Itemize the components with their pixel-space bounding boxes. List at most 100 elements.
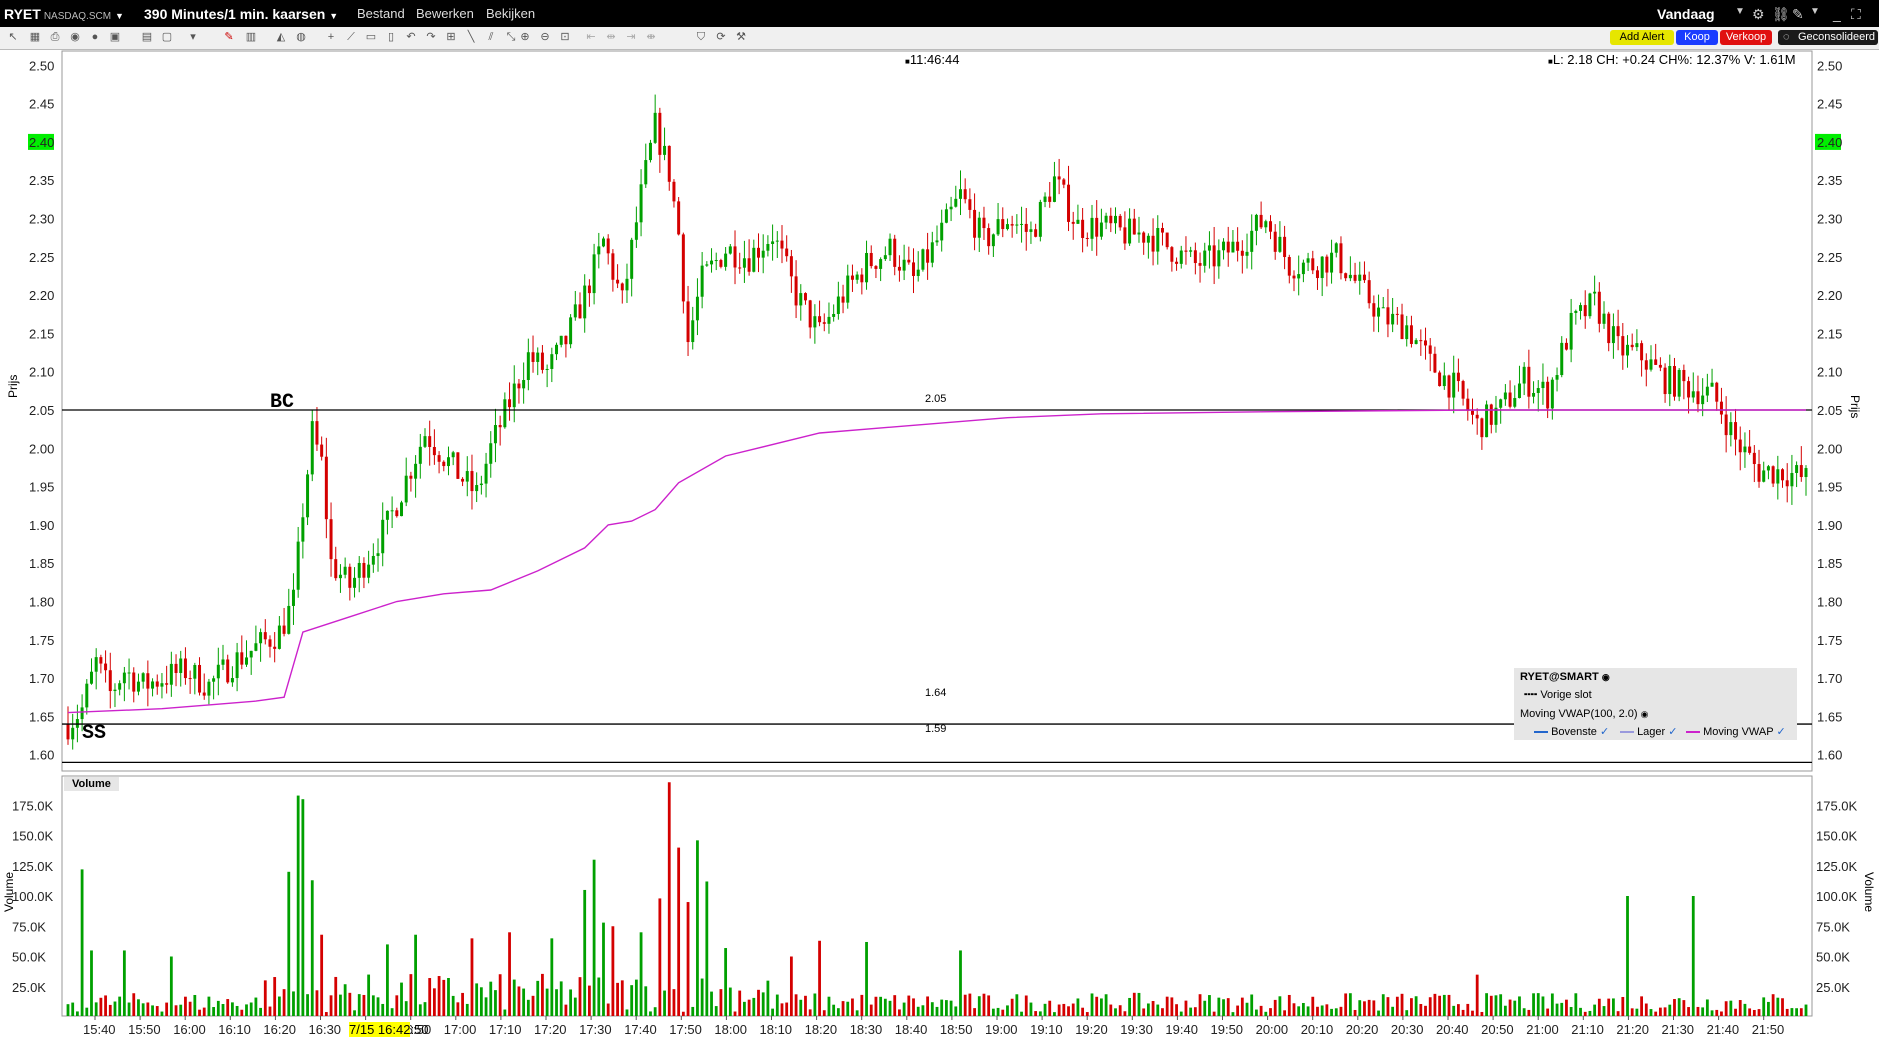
chevron-down-icon[interactable]: ▼ bbox=[1810, 6, 1820, 17]
info-icon[interactable]: ◉ bbox=[1602, 672, 1610, 682]
volume-bar bbox=[512, 979, 516, 1016]
annotation-bc[interactable]: BC bbox=[270, 391, 294, 414]
candle-body bbox=[1663, 367, 1667, 395]
trendline-icon[interactable]: ⟋ bbox=[344, 31, 358, 44]
candle-body bbox=[193, 664, 197, 679]
parallel-lines-icon[interactable]: ⫽ bbox=[484, 31, 498, 44]
candle-body bbox=[775, 240, 779, 242]
pencil-icon[interactable]: ✎ bbox=[222, 31, 236, 44]
layout-icon[interactable]: ▣ bbox=[108, 31, 122, 44]
legend-item-upper[interactable]: Bovenste ✓ bbox=[1534, 725, 1609, 738]
shield-icon[interactable]: ⛉ bbox=[694, 31, 708, 44]
channel-icon[interactable]: ▯ bbox=[384, 31, 398, 44]
undo-icon[interactable]: ↶ bbox=[404, 31, 418, 44]
legend-indicator-text: Moving VWAP(100, 2.0) bbox=[1520, 708, 1638, 720]
candle-body bbox=[136, 681, 140, 692]
zoom-out-icon[interactable]: ⊖ bbox=[538, 31, 552, 44]
volume-bar bbox=[1193, 1007, 1197, 1016]
line-tool-icon[interactable]: ╲ bbox=[464, 31, 478, 44]
volume-bar bbox=[259, 1007, 262, 1016]
maximize-icon[interactable]: ⛶ bbox=[1851, 6, 1861, 23]
price-tick-label: 2.10 bbox=[29, 365, 54, 380]
candle-body bbox=[869, 252, 873, 267]
checkmark-icon[interactable]: ✓ bbox=[1600, 726, 1609, 738]
candle-body bbox=[888, 238, 892, 256]
crosshair-icon[interactable]: + bbox=[324, 31, 338, 44]
zoom-reset-icon[interactable]: ⊡ bbox=[558, 31, 572, 44]
volume-bar bbox=[141, 1003, 145, 1016]
gear-icon[interactable]: ⚙ bbox=[1752, 6, 1765, 23]
candle-body bbox=[216, 664, 220, 679]
menu-bekijken[interactable]: Bekijken bbox=[486, 6, 535, 21]
box-icon[interactable]: ▢ bbox=[160, 31, 174, 44]
volume-bar bbox=[409, 974, 413, 1016]
cursor-icon[interactable]: ↖ bbox=[6, 31, 20, 44]
legend-item-vwap[interactable]: Moving VWAP ✓ bbox=[1686, 725, 1786, 738]
chevron-down-icon: ▼ bbox=[114, 11, 124, 21]
legend-item-lower[interactable]: Lager ✓ bbox=[1620, 725, 1677, 738]
sell-button[interactable]: Verkoop bbox=[1720, 30, 1772, 45]
buy-button[interactable]: Koop bbox=[1676, 30, 1718, 45]
volume-bar bbox=[226, 999, 230, 1016]
split-icon[interactable]: ⇼ bbox=[644, 31, 658, 44]
refresh-icon[interactable]: ⟳ bbox=[714, 31, 728, 44]
candle-body bbox=[1330, 252, 1334, 273]
print-icon[interactable]: ⎙ bbox=[48, 31, 62, 44]
volume-bar bbox=[996, 1007, 1000, 1016]
redo-icon[interactable]: ↷ bbox=[424, 31, 438, 44]
minimize-icon[interactable]: _ bbox=[1833, 6, 1841, 22]
candle-body bbox=[785, 248, 789, 257]
candle-body bbox=[1424, 340, 1428, 346]
volume-bar bbox=[193, 994, 197, 1016]
info-icon[interactable]: ◉ bbox=[1641, 709, 1649, 719]
link-icon[interactable]: ⛓ bbox=[1772, 6, 1790, 23]
camera-icon[interactable]: ◉ bbox=[68, 31, 82, 44]
ray-icon[interactable]: ⤡ bbox=[504, 31, 518, 44]
scroll-right-icon[interactable]: ⇥ bbox=[624, 31, 638, 44]
symbol-selector[interactable]: RYET NASDAQ.SCM ▼ bbox=[4, 6, 124, 22]
consolidated-button[interactable]: ◌ Geconsolideerd bbox=[1778, 30, 1878, 45]
rectangle-icon[interactable]: ▭ bbox=[364, 31, 378, 44]
quote-readout-text: L: 2.18 CH: +0.24 CH%: 12.37% V: 1.61M bbox=[1552, 52, 1796, 67]
candle-body bbox=[526, 352, 530, 381]
candle-body bbox=[1414, 340, 1418, 344]
period-selector[interactable]: Vandaag bbox=[1657, 6, 1715, 22]
wrench-icon[interactable]: ⚒ bbox=[734, 31, 748, 44]
globe-icon[interactable]: ◍ bbox=[294, 31, 308, 44]
time-tick-label: 19:40 bbox=[1165, 1022, 1198, 1037]
candle-body bbox=[1583, 305, 1587, 317]
zoom-in-icon[interactable]: ⊕ bbox=[518, 31, 532, 44]
timeframe-selector[interactable]: 390 Minutes/1 min. kaarsen ▼ bbox=[144, 6, 338, 22]
volume-bar bbox=[418, 1004, 422, 1016]
annotation-ss[interactable]: SS bbox=[82, 722, 106, 745]
candle-body bbox=[789, 256, 793, 277]
volume-bar bbox=[479, 987, 483, 1016]
time-tick-label: 18:50 bbox=[940, 1022, 973, 1037]
menu-bewerken[interactable]: Bewerken bbox=[416, 6, 474, 21]
mountain-chart-icon[interactable]: ◭ bbox=[274, 31, 288, 44]
circle-icon[interactable]: ● bbox=[88, 31, 102, 44]
checkmark-icon[interactable]: ✓ bbox=[1776, 726, 1785, 738]
menu-bestand[interactable]: Bestand bbox=[357, 6, 405, 21]
scroll-icon[interactable]: ⇹ bbox=[604, 31, 618, 44]
candle-body bbox=[559, 335, 563, 345]
chevron-down-icon[interactable]: ▾ bbox=[186, 31, 200, 44]
volume-chart[interactable]: 175.0K 175.0K 150.0K 150.0K 125.0K 125.0K 100.… bbox=[0, 774, 1879, 1024]
bars-icon[interactable]: ▥ bbox=[244, 31, 258, 44]
volume-bar bbox=[1734, 1008, 1737, 1016]
pin-icon[interactable]: ✎ bbox=[1792, 6, 1804, 23]
candle-body bbox=[108, 670, 112, 692]
checkmark-icon[interactable]: ✓ bbox=[1668, 726, 1677, 738]
time-tick-label: 18:10 bbox=[760, 1022, 793, 1037]
candle-body bbox=[1085, 237, 1089, 239]
fibonacci-icon[interactable]: ⊞ bbox=[444, 31, 458, 44]
template-icon[interactable]: ▤ bbox=[140, 31, 154, 44]
candle-body bbox=[1123, 227, 1127, 244]
volume-bar bbox=[1485, 993, 1488, 1016]
grid-icon[interactable]: ▦ bbox=[28, 31, 42, 44]
add-alert-button[interactable]: Add Alert bbox=[1610, 30, 1674, 45]
chevron-down-icon[interactable]: ▼ bbox=[1735, 6, 1745, 17]
scroll-left-icon[interactable]: ⇤ bbox=[584, 31, 598, 44]
chart-legend[interactable]: RYET@SMART ◉ ╍╍ Vorige slot Moving VWAP(… bbox=[1514, 668, 1797, 740]
candle-body bbox=[799, 293, 803, 306]
